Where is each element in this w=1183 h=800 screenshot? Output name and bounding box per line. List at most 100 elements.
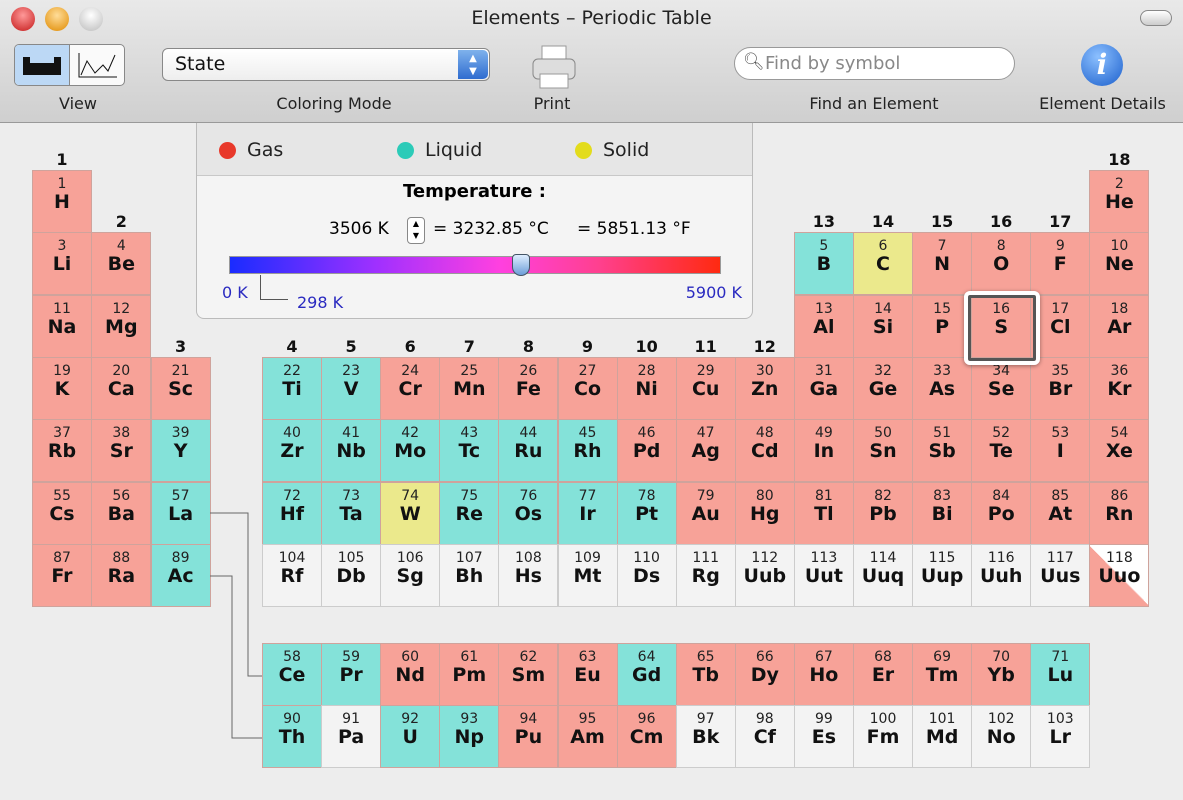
element-Kr[interactable]: 36 Kr (1089, 356, 1150, 420)
element-Yb[interactable]: 70 Yb (971, 643, 1032, 706)
element-Uup[interactable]: 115 Uup (912, 543, 973, 607)
element-Re[interactable]: 75 Re (439, 481, 500, 545)
element-Md[interactable]: 101 Md (912, 705, 973, 769)
element-Uuo[interactable]: 118 Uuo (1089, 543, 1150, 607)
element-Eu[interactable]: 63 Eu (557, 643, 618, 706)
element-Pm[interactable]: 61 Pm (439, 643, 500, 706)
element-Si[interactable]: 14 Si (853, 294, 913, 358)
element-Xe[interactable]: 54 Xe (1089, 419, 1150, 483)
element-Hs[interactable]: 108 Hs (498, 543, 559, 607)
element-Gd[interactable]: 64 Gd (616, 643, 677, 706)
element-Hf[interactable]: 72 Hf (262, 481, 322, 545)
element-Pr[interactable]: 59 Pr (321, 643, 382, 706)
element-Se[interactable]: 34 Se (971, 356, 1032, 420)
element-Te[interactable]: 52 Te (971, 419, 1032, 483)
element-Ce[interactable]: 58 Ce (262, 643, 322, 706)
element-B[interactable]: 5B (793, 232, 854, 296)
element-Fm[interactable]: 100 Fm (853, 705, 913, 769)
toolbar-toggle-button[interactable] (1140, 10, 1172, 26)
element-Mt[interactable]: 109 Mt (557, 543, 618, 607)
element-Rh[interactable]: 45 Rh (557, 419, 618, 483)
element-Uut[interactable]: 113 Uut (793, 543, 854, 607)
element-Uub[interactable]: 112 Uub (734, 543, 795, 607)
element-Sb[interactable]: 51 Sb (912, 419, 973, 483)
element-Ra[interactable]: 88 Ra (91, 543, 152, 607)
element-Cm[interactable]: 96 Cm (616, 705, 677, 769)
element-Sm[interactable]: 62 Sm (498, 643, 559, 706)
element-Np[interactable]: 93 Np (439, 705, 500, 769)
element-He[interactable]: 2 He (1089, 170, 1150, 233)
element-Cs[interactable]: 55 Cs (32, 481, 92, 545)
element-Ca[interactable]: 20 Ca (91, 356, 152, 420)
element-O[interactable]: 8O (971, 232, 1032, 296)
element-Ni[interactable]: 28 Ni (616, 356, 677, 420)
element-La[interactable]: 57 La (150, 481, 211, 545)
element-Os[interactable]: 76 Os (498, 481, 559, 545)
element-Ta[interactable]: 73 Ta (321, 481, 382, 545)
element-In[interactable]: 49 In (793, 419, 854, 483)
info-icon[interactable]: i (1081, 44, 1123, 86)
element-As[interactable]: 33 As (912, 356, 973, 420)
element-Tc[interactable]: 43 Tc (439, 419, 500, 483)
element-Al[interactable]: 13 Al (793, 294, 854, 358)
slider-thumb[interactable] (512, 254, 531, 276)
temperature-stepper[interactable]: ▲ ▼ (407, 217, 425, 244)
element-Bh[interactable]: 107 Bh (439, 543, 500, 607)
element-Mn[interactable]: 25 Mn (439, 356, 500, 420)
element-Uuq[interactable]: 114 Uuq (853, 543, 913, 607)
element-Ag[interactable]: 47 Ag (675, 419, 736, 483)
element-Po[interactable]: 84 Po (971, 481, 1032, 545)
element-Cd[interactable]: 48 Cd (734, 419, 795, 483)
element-Db[interactable]: 105 Db (321, 543, 382, 607)
element-U[interactable]: 92 U (380, 705, 441, 769)
printer-icon[interactable] (530, 44, 578, 90)
element-Be[interactable]: 4 Be (91, 232, 152, 296)
element-Na[interactable]: 11 Na (32, 294, 92, 358)
element-Ge[interactable]: 32 Ge (853, 356, 913, 420)
element-W[interactable]: 74 W (380, 481, 441, 545)
element-Au[interactable]: 79 Au (675, 481, 736, 545)
element-Uus[interactable]: 117 Uus (1030, 543, 1091, 607)
element-Ga[interactable]: 31 Ga (793, 356, 854, 420)
element-Zn[interactable]: 30 Zn (734, 356, 795, 420)
element-Mg[interactable]: 12 Mg (91, 294, 152, 358)
element-Rn[interactable]: 86 Rn (1089, 481, 1150, 545)
element-Lr[interactable]: 103 Lr (1030, 705, 1091, 769)
element-Ru[interactable]: 44 Ru (498, 419, 559, 483)
element-Bi[interactable]: 83 Bi (912, 481, 973, 545)
element-Ar[interactable]: 18 Ar (1089, 294, 1150, 358)
element-Fr[interactable]: 87 Fr (32, 543, 92, 607)
element-Cf[interactable]: 98 Cf (734, 705, 795, 769)
element-No[interactable]: 102 No (971, 705, 1032, 769)
element-Hg[interactable]: 80 Hg (734, 481, 795, 545)
element-Pb[interactable]: 82 Pb (853, 481, 913, 545)
element-Pu[interactable]: 94 Pu (498, 705, 559, 769)
element-Tm[interactable]: 69 Tm (912, 643, 973, 706)
element-P[interactable]: 15 P (912, 294, 973, 358)
kelvin-value[interactable]: 3506 K (329, 219, 389, 239)
element-Ne[interactable]: 10 Ne (1089, 232, 1150, 296)
element-Ho[interactable]: 67 Ho (793, 643, 854, 706)
element-Rb[interactable]: 37 Rb (32, 419, 92, 483)
element-H[interactable]: 1H (32, 170, 92, 233)
element-V[interactable]: 23 V (321, 356, 382, 420)
element-Mo[interactable]: 42 Mo (380, 419, 441, 483)
element-Sr[interactable]: 38 Sr (91, 419, 152, 483)
element-Uuh[interactable]: 116 Uuh (971, 543, 1032, 607)
element-Cu[interactable]: 29 Cu (675, 356, 736, 420)
element-Tl[interactable]: 81 Tl (793, 481, 854, 545)
element-Nb[interactable]: 41 Nb (321, 419, 382, 483)
element-C[interactable]: 6C (853, 232, 913, 296)
search-field[interactable]: 🔍︎ Find by symbol (734, 47, 1015, 80)
element-Rg[interactable]: 111 Rg (675, 543, 736, 607)
element-Co[interactable]: 27 Co (557, 356, 618, 420)
element-Rf[interactable]: 104 Rf (262, 543, 322, 607)
element-Dy[interactable]: 66 Dy (734, 643, 795, 706)
temperature-slider[interactable] (229, 254, 721, 276)
element-I[interactable]: 53 I (1030, 419, 1091, 483)
element-Ac[interactable]: 89 Ac (150, 543, 211, 607)
table-view-button[interactable] (15, 45, 70, 85)
element-Br[interactable]: 35 Br (1030, 356, 1091, 420)
element-Nd[interactable]: 60 Nd (380, 643, 441, 706)
element-Sg[interactable]: 106 Sg (380, 543, 441, 607)
